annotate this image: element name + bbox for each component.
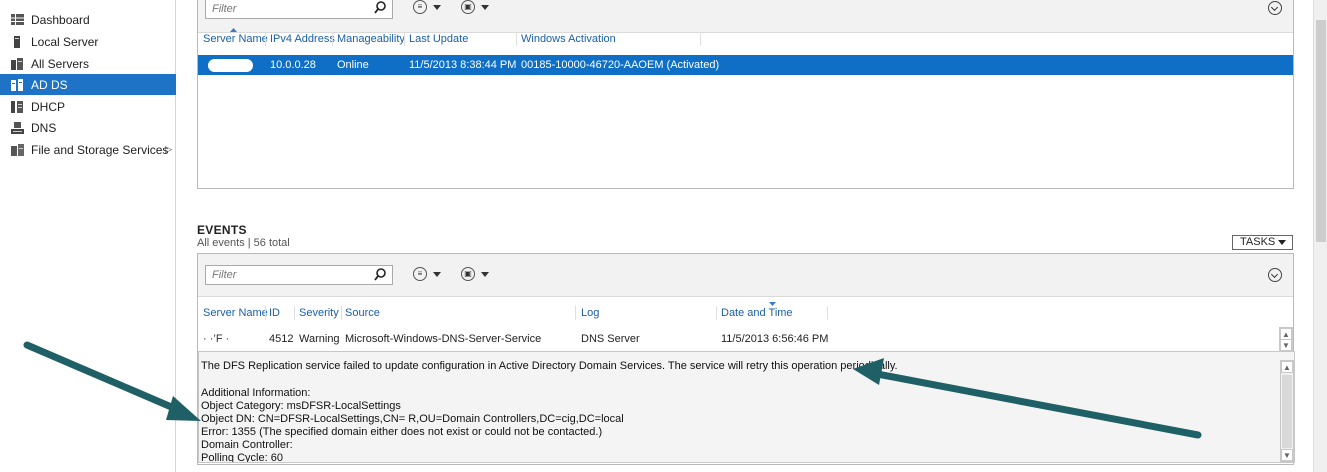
search-icon[interactable] <box>374 1 388 15</box>
sidebar-item-label: Local Server <box>31 34 99 49</box>
column-divider <box>575 306 576 320</box>
redacted-server-name <box>208 59 253 72</box>
column-header-manageability[interactable]: Manageability <box>337 33 405 45</box>
detail-line: Error: 1355 (The specified domain either… <box>201 426 603 438</box>
detail-line: Object DN: CN=DFSR-LocalSettings,CN= R,O… <box>201 413 624 425</box>
events-title: EVENTS <box>197 223 247 237</box>
save-query-icon[interactable]: ▣ <box>461 267 475 281</box>
sidebar-item-label: All Servers <box>31 56 90 71</box>
detail-line: Object Category: msDFSR-LocalSettings <box>201 400 401 412</box>
servers-filter-input[interactable]: Filter <box>205 0 393 19</box>
detail-line: Additional Information: <box>201 387 311 399</box>
page-scrollbar[interactable] <box>1313 0 1327 472</box>
list-view-icon[interactable]: ≡ <box>413 0 427 14</box>
column-divider <box>516 32 517 46</box>
column-divider <box>341 306 342 320</box>
search-icon[interactable] <box>374 268 388 282</box>
file-storage-icon <box>10 143 24 156</box>
events-filter-input[interactable]: Filter <box>205 265 393 285</box>
dns-icon <box>10 121 24 134</box>
chevron-down-icon[interactable] <box>481 272 489 277</box>
sidebar-nav: Dashboard Local Server All Servers AD DS… <box>0 0 176 472</box>
sidebar-item-dhcp[interactable]: DHCP <box>0 96 176 117</box>
detail-line: Polling Cycle: 60 <box>201 452 283 463</box>
column-divider <box>332 32 333 46</box>
dashboard-icon <box>10 13 24 26</box>
detail-line: The DFS Replication service failed to up… <box>201 360 898 372</box>
cell-manageability: Online <box>337 59 369 71</box>
column-header-date-time[interactable]: Date and Time <box>721 307 793 319</box>
column-header-server-name[interactable]: Server Name <box>203 33 268 45</box>
cell-server-name: · ·’F · <box>203 333 230 345</box>
detail-scrollbar[interactable]: ▲ ▼ <box>1280 360 1294 462</box>
sidebar-item-ad-ds[interactable]: AD DS <box>0 74 176 95</box>
scroll-thumb[interactable] <box>1316 20 1326 242</box>
sidebar-item-dns[interactable]: DNS <box>0 117 176 138</box>
column-divider <box>294 306 295 320</box>
table-row[interactable]: 10.0.0.28 Online 11/5/2013 8:38:44 PM 00… <box>198 55 1293 75</box>
events-filter-bar: Filter ≡ ▣ <box>198 254 1293 297</box>
save-query-icon[interactable]: ▣ <box>461 0 475 14</box>
collapse-panel-icon[interactable] <box>1268 268 1282 282</box>
cell-last-update: 11/5/2013 8:38:44 PM <box>409 59 517 71</box>
tasks-button[interactable]: TASKS <box>1232 235 1293 250</box>
column-header-id[interactable]: ID <box>269 307 280 319</box>
column-header-severity[interactable]: Severity <box>299 307 339 319</box>
ad-ds-icon <box>10 78 24 91</box>
chevron-down-icon <box>1278 240 1286 245</box>
column-header-source[interactable]: Source <box>345 307 380 319</box>
table-row[interactable]: · ·’F · 4512 Warning Microsoft-Windows-D… <box>198 328 1278 348</box>
sidebar-item-dashboard[interactable]: Dashboard <box>0 9 176 30</box>
column-divider <box>827 306 828 320</box>
cell-log: DNS Server <box>581 333 640 345</box>
detail-line: Domain Controller: <box>201 439 293 451</box>
scroll-down-icon[interactable]: ▼ <box>1281 449 1293 461</box>
servers-panel: Filter ≡ ▣ Server Name IPv4 Address Mana… <box>197 0 1294 189</box>
sidebar-item-label: DNS <box>31 120 57 135</box>
cell-date-time: 11/5/2013 6:56:46 PM <box>721 333 829 345</box>
servers-filter-bar: Filter ≡ ▣ <box>198 0 1293 33</box>
events-subtitle: All events | 56 total <box>197 237 290 249</box>
sidebar-item-label: File and Storage Services <box>31 142 169 157</box>
column-divider <box>716 306 717 320</box>
sidebar-item-file-storage[interactable]: File and Storage Services ▷ <box>0 139 176 160</box>
expand-arrow-icon[interactable]: ▷ <box>165 144 172 155</box>
tasks-label: TASKS <box>1240 236 1276 248</box>
column-header-ipv4[interactable]: IPv4 Address <box>270 33 335 45</box>
column-header-windows-activation[interactable]: Windows Activation <box>521 33 616 45</box>
cell-source: Microsoft-Windows-DNS-Server-Service <box>345 333 542 345</box>
servers-icon <box>10 57 24 70</box>
sidebar-item-all-servers[interactable]: All Servers <box>0 53 176 74</box>
list-view-icon[interactable]: ≡ <box>413 267 427 281</box>
column-header-last-update[interactable]: Last Update <box>409 33 468 45</box>
cell-ipv4: 10.0.0.28 <box>270 59 316 71</box>
sort-ascending-icon <box>230 28 237 32</box>
chevron-down-icon[interactable] <box>481 5 489 10</box>
column-divider <box>265 32 266 46</box>
scroll-up-icon[interactable]: ▲ <box>1281 361 1293 373</box>
column-divider <box>265 306 266 320</box>
cell-activation: 00185-10000-46720-AAOEM (Activated) <box>521 59 720 71</box>
dhcp-icon <box>10 100 24 113</box>
chevron-down-icon[interactable] <box>433 5 441 10</box>
sidebar-item-local-server[interactable]: Local Server <box>0 31 176 52</box>
column-divider <box>404 32 405 46</box>
cell-id: 4512 <box>269 333 294 345</box>
sidebar-item-label: AD DS <box>31 77 68 92</box>
column-divider <box>700 32 701 46</box>
chevron-down-icon[interactable] <box>433 272 441 277</box>
cell-severity: Warning <box>299 333 340 345</box>
column-header-server-name[interactable]: Server Name <box>203 307 268 319</box>
sidebar-item-label: Dashboard <box>31 12 90 27</box>
sort-descending-icon <box>769 302 776 306</box>
scroll-down-icon[interactable]: ▼ <box>1280 339 1292 351</box>
events-list-scrollbar[interactable]: ▲ ▼ <box>1279 327 1293 351</box>
server-icon <box>10 35 24 48</box>
scroll-thumb[interactable] <box>1282 375 1292 448</box>
column-header-log[interactable]: Log <box>581 307 599 319</box>
collapse-panel-icon[interactable] <box>1268 1 1282 15</box>
sidebar-item-label: DHCP <box>31 99 66 114</box>
event-detail-pane: The DFS Replication service failed to up… <box>198 351 1295 463</box>
